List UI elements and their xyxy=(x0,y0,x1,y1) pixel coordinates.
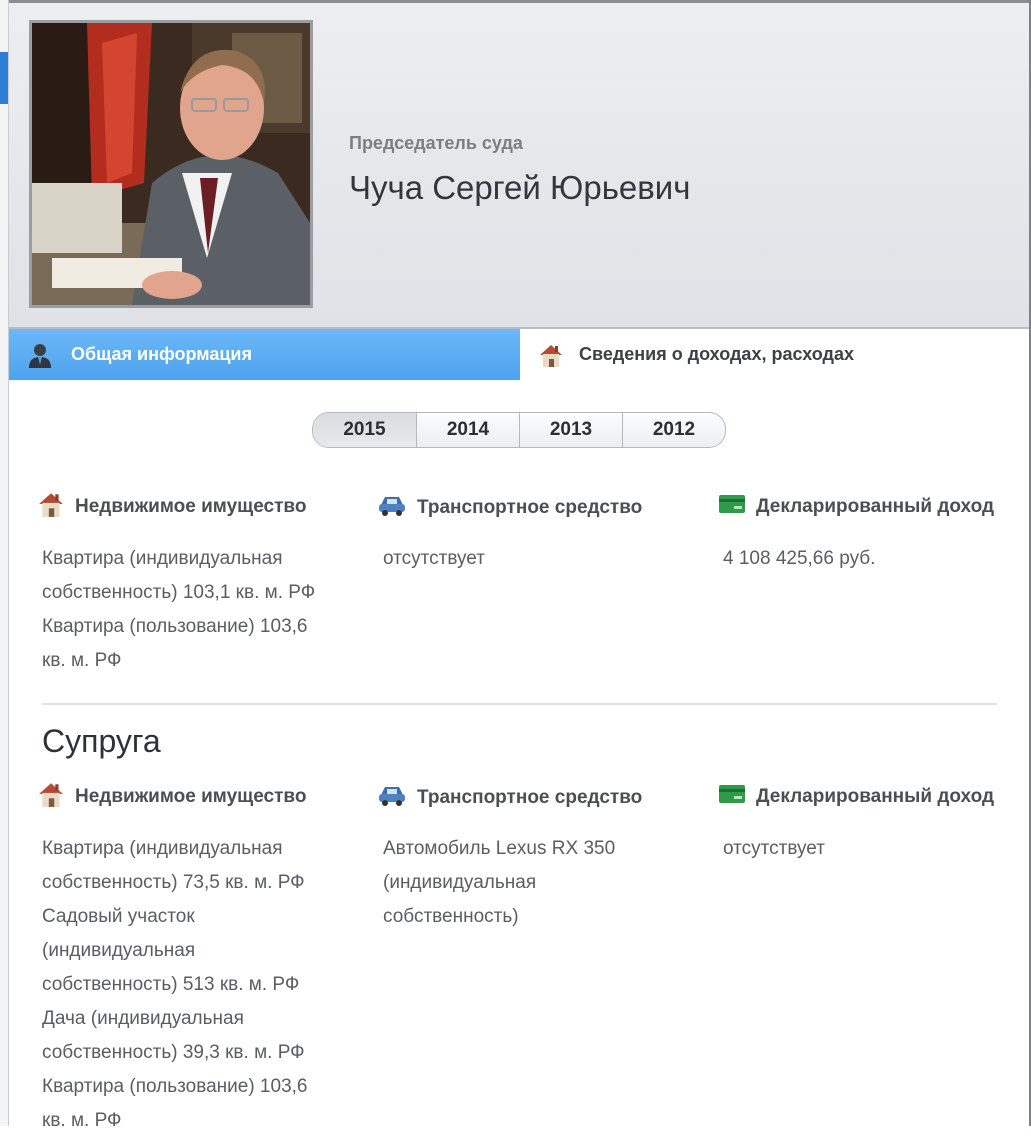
list-item: Садовый участок xyxy=(42,906,195,927)
spouse-income-list: отсутствует xyxy=(723,832,825,866)
list-item: собственность) 513 кв. м. РФ xyxy=(42,974,300,995)
list-item: Квартира (индивидуальная xyxy=(42,548,283,569)
tab-general-info[interactable]: Общая информация xyxy=(9,329,520,380)
list-item: отсутствует xyxy=(723,838,825,859)
spouse-realty-list: Квартира (индивидуальная собственность) … xyxy=(42,832,307,1138)
car-icon xyxy=(377,783,407,813)
spouse-realty-heading: Недвижимое имущество xyxy=(37,780,317,814)
list-item: собственность) 39,3 кв. м. РФ xyxy=(42,1042,305,1063)
house-icon xyxy=(37,490,65,524)
main-realty-list: Квартира (индивидуальная собственность) … xyxy=(42,542,315,678)
list-item: Квартира (пользование) 103,6 xyxy=(42,616,308,637)
list-item: Дача (индивидуальная xyxy=(42,1008,244,1029)
year-tab-2015[interactable]: 2015 xyxy=(313,413,416,447)
list-item: кв. м. РФ xyxy=(42,1110,122,1131)
list-item: Автомобиль Lexus RX 350 xyxy=(383,838,616,859)
list-item: кв. м. РФ xyxy=(42,650,122,671)
profile-header: Председатель суда Чуча Сергей Юрьевич xyxy=(9,3,1029,329)
income-heading: Декларированный доход xyxy=(718,493,1023,521)
person-icon xyxy=(26,341,54,369)
list-item: (индивидуальная xyxy=(42,940,196,961)
spouse-title: Супруга xyxy=(42,723,161,759)
year-tab-2013[interactable]: 2013 xyxy=(519,413,622,447)
spouse-income-heading: Декларированный доход xyxy=(718,783,1023,811)
car-icon xyxy=(377,493,407,523)
year-tab-2012[interactable]: 2012 xyxy=(622,413,725,447)
house-icon xyxy=(537,341,565,369)
tab-income-expenses[interactable]: Сведения о доходах, расходах xyxy=(520,329,1029,380)
tab-label: Сведения о доходах, расходах xyxy=(579,344,855,364)
year-tab-2014[interactable]: 2014 xyxy=(416,413,519,447)
background-selection-bar xyxy=(0,52,8,104)
profile-panel: Председатель суда Чуча Сергей Юрьевич Об… xyxy=(9,3,1029,1131)
credit-card-icon xyxy=(718,493,746,521)
spouse-vehicle-heading: Транспортное средство xyxy=(377,783,655,813)
tab-label: Общая информация xyxy=(71,344,252,364)
main-vehicle-list: отсутствует xyxy=(383,542,485,576)
list-item: (индивидуальная xyxy=(383,872,537,893)
list-item: отсутствует xyxy=(383,548,485,569)
main-income-list: 4 108 425,66 руб. xyxy=(723,542,875,576)
list-item: собственность) xyxy=(383,906,519,927)
profile-photo xyxy=(29,20,313,308)
list-item: Квартира (пользование) 103,6 xyxy=(42,1076,308,1097)
credit-card-icon xyxy=(718,783,746,811)
spouse-vehicle-list: Автомобиль Lexus RX 350 (индивидуальная … xyxy=(383,832,615,934)
year-selector: 2015 2014 2013 2012 xyxy=(312,412,726,448)
house-icon xyxy=(37,780,65,814)
position-title: Председатель суда xyxy=(349,133,523,153)
background-window-edge xyxy=(0,0,9,1126)
realty-heading: Недвижимое имущество xyxy=(37,490,317,524)
section-divider xyxy=(42,703,997,705)
person-name: Чуча Сергей Юрьевич xyxy=(349,169,691,206)
list-item: 4 108 425,66 руб. xyxy=(723,548,876,569)
list-item: собственность) 73,5 кв. м. РФ xyxy=(42,872,305,893)
vehicle-heading: Транспортное средство xyxy=(377,493,655,523)
portrait-image xyxy=(32,23,310,305)
list-item: собственность) 103,1 кв. м. РФ xyxy=(42,582,316,603)
list-item: Квартира (индивидуальная xyxy=(42,838,283,859)
